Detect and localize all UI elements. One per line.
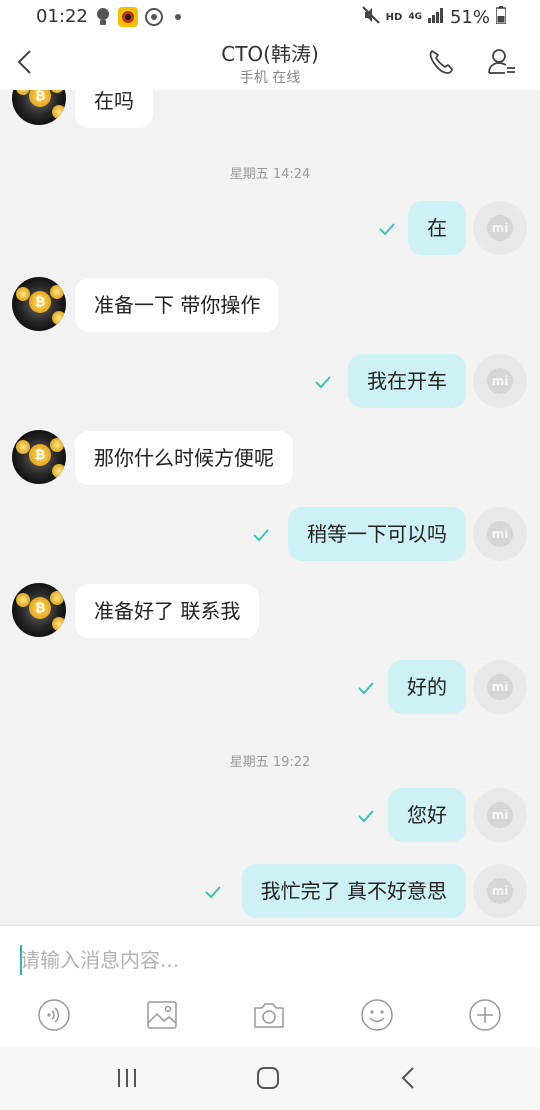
emoji-icon[interactable] <box>360 998 394 1032</box>
mute-icon <box>361 6 380 29</box>
mi-logo-icon: mi <box>487 674 513 700</box>
incoming-message[interactable]: 那你什么时候方便呢 <box>75 431 293 485</box>
app-notification-icon-2 <box>144 6 164 28</box>
contact-profile-button[interactable] <box>486 46 518 78</box>
camera-icon[interactable] <box>252 998 286 1032</box>
bitcoin-icon: ₿ <box>29 444 51 466</box>
battery-level: 51% <box>449 7 490 28</box>
message-timestamp: 星期五 14:24 <box>229 167 311 182</box>
read-check-icon <box>315 376 331 389</box>
incoming-message[interactable]: 准备一下 带你操作 <box>75 278 280 332</box>
contact-avatar[interactable]: ₿ <box>12 90 66 125</box>
more-notifications-dot <box>174 6 182 28</box>
outgoing-message[interactable]: 我忙完了 真不好意思 <box>241 864 466 918</box>
app-notification-icon <box>118 6 138 28</box>
outgoing-message[interactable]: 稍等一下可以吗 <box>288 507 466 561</box>
self-avatar[interactable]: mi <box>473 507 527 561</box>
contact-online-status: 手机 在线 <box>239 70 301 86</box>
self-avatar[interactable]: mi <box>473 788 527 842</box>
plus-icon[interactable] <box>468 998 502 1032</box>
status-bar: 01:22 HD 4G 51% <box>0 0 540 34</box>
read-check-icon <box>205 886 221 899</box>
hd-indicator: HD <box>385 12 403 23</box>
battery-icon <box>495 6 507 29</box>
self-avatar[interactable]: mi <box>473 354 527 408</box>
image-icon[interactable] <box>145 998 179 1032</box>
chat-header: CTO(韩涛) 手机 在线 <box>0 34 540 90</box>
phone-call-button[interactable] <box>426 47 456 77</box>
back-nav-icon[interactable] <box>394 1063 424 1093</box>
self-avatar[interactable]: mi <box>473 201 527 255</box>
message-timestamp: 星期五 19:22 <box>229 755 311 770</box>
network-type: 4G <box>408 12 422 22</box>
contact-avatar[interactable]: ₿ <box>12 430 66 484</box>
self-avatar[interactable]: mi <box>473 864 527 918</box>
outgoing-message[interactable]: 好的 <box>388 660 466 714</box>
status-time: 01:22 <box>36 6 88 27</box>
mi-logo-icon: mi <box>487 368 513 394</box>
contact-name: CTO(韩涛) <box>221 42 319 66</box>
voice-icon[interactable] <box>37 998 71 1032</box>
composer <box>0 925 540 1047</box>
bulb-icon <box>96 6 110 28</box>
read-check-icon <box>253 529 269 542</box>
bitcoin-icon: ₿ <box>29 291 51 313</box>
self-avatar[interactable]: mi <box>473 660 527 714</box>
incoming-message[interactable]: 在吗 <box>75 90 153 128</box>
mi-logo-icon: mi <box>487 878 513 904</box>
incoming-message[interactable]: 准备好了 联系我 <box>75 584 260 638</box>
system-nav-bar <box>0 1047 540 1110</box>
mi-logo-icon: mi <box>487 521 513 547</box>
read-check-icon <box>379 223 395 236</box>
message-input[interactable] <box>20 942 520 978</box>
message-list[interactable]: ₿ 在吗 星期五 14:24 在 mi ₿ 准备一下 带你操作 我在开车 mi … <box>0 90 540 925</box>
read-check-icon <box>358 682 374 695</box>
outgoing-message[interactable]: 您好 <box>388 788 466 842</box>
outgoing-message[interactable]: 我在开车 <box>348 354 466 408</box>
mi-logo-icon: mi <box>487 215 513 241</box>
mi-logo-icon: mi <box>487 802 513 828</box>
read-check-icon <box>358 810 374 823</box>
bitcoin-icon: ₿ <box>29 597 51 619</box>
signal-icon <box>427 7 444 28</box>
contact-avatar[interactable]: ₿ <box>12 277 66 331</box>
contact-avatar[interactable]: ₿ <box>12 583 66 637</box>
home-icon[interactable] <box>253 1063 283 1093</box>
status-indicators: HD 4G 51% <box>361 6 507 29</box>
outgoing-message[interactable]: 在 <box>408 201 466 255</box>
recent-apps-icon[interactable] <box>112 1063 142 1093</box>
bitcoin-icon: ₿ <box>29 90 51 107</box>
